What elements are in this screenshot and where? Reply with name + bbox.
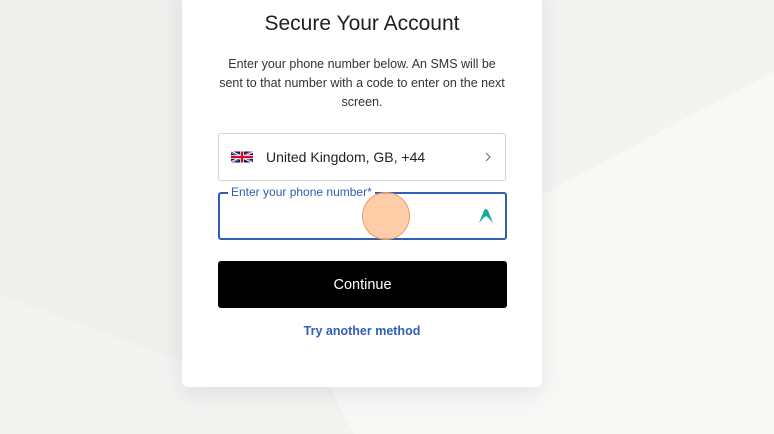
phone-number-label: Enter your phone number* <box>228 185 375 199</box>
nordpass-icon[interactable] <box>477 207 495 225</box>
chevron-right-icon <box>485 152 491 162</box>
instructions-text: Enter your phone number below. An SMS wi… <box>219 57 505 109</box>
phone-number-field[interactable]: Enter your phone number* <box>218 185 507 240</box>
page-title: Secure Your Account <box>264 12 460 35</box>
country-code-select[interactable]: United Kingdom, GB, +44 <box>218 133 506 181</box>
phone-number-input[interactable] <box>228 200 462 234</box>
country-select-value: United Kingdom, GB, +44 <box>266 149 426 165</box>
secure-account-card: Secure Your Account Enter your phone num… <box>182 0 542 387</box>
uk-flag-icon <box>231 151 253 163</box>
try-another-method-link[interactable]: Try another method <box>182 324 542 338</box>
continue-button[interactable]: Continue <box>218 261 507 308</box>
